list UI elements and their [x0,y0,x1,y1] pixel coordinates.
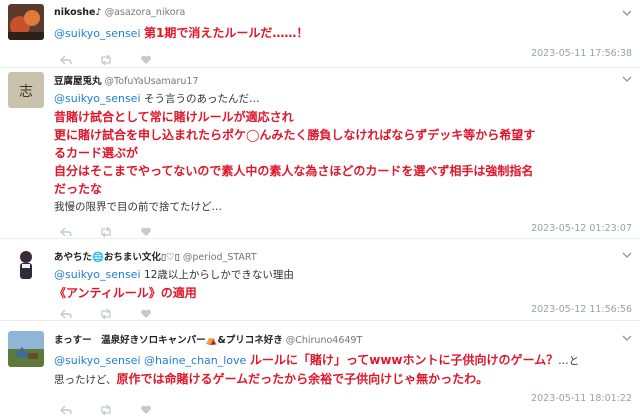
tweet-actions [60,221,174,238]
avatar[interactable] [8,331,44,367]
highlight-text: 原作では命賭けるゲームだったから余裕で子供向けじゃ無かったわ。 [116,372,489,386]
plain-text: 12歳以上からしかできない理由 [144,269,294,281]
display-name[interactable]: まっすー 温泉好きソロキャンパー⛺&プリコネ好き [54,335,283,346]
name-suffix: ♪ [95,7,102,18]
retweet-icon[interactable] [99,50,113,69]
tweet-header: 豆腐屋兎丸 @TofuYaUsamaru17 [54,73,199,87]
tweet-text: @suikyo_sensei 12歳以上からしかできない理由 《アンティルール》… [54,266,624,302]
tweet-header: あやちた🌐おちまい文化▯♡▯ @period_START [54,249,257,263]
tweet-header: まっすー 温泉好きソロキャンパー⛺&プリコネ好き @Chiruno4649T [54,332,362,346]
mention-link[interactable]: @suikyo_sensei [54,268,141,281]
retweet-icon[interactable] [99,222,113,241]
reply-icon[interactable] [60,50,72,69]
plain-text: そう言うのあったんだ… [144,93,260,105]
highlight-text: 昔賭け試合として常に賭けルールが適応され [54,110,294,124]
plain-text: …と [558,355,580,367]
reply-icon[interactable] [60,400,72,417]
chevron-down-icon[interactable] [622,333,632,343]
reply-icon[interactable] [60,222,72,241]
retweet-icon[interactable] [99,304,113,323]
avatar[interactable] [8,247,44,283]
timestamp[interactable]: 2023-05-12 01:23:07 [531,223,632,234]
like-icon[interactable] [140,304,152,323]
timestamp[interactable]: 2023-05-12 11:56:56 [531,304,632,315]
tweet-text: @suikyo_sensei 第1期で消えたルールだ……！ [54,24,624,43]
display-name[interactable]: あやちた🌐おちまい文化▯♡▯ [54,252,180,263]
reply-feed: nikoshe♪ @asazora_nikora @suikyo_sensei 第… [0,0,640,417]
mention-link[interactable]: @suikyo_sensei [54,92,141,105]
tweet-actions [60,399,174,416]
tweet-actions [60,49,174,66]
highlight-text: 更に賭け試合を申し込まれたらポケ◯んみたく勝負しなければならずデッキ等から希望す [54,128,536,142]
mention-link[interactable]: @haine_chan_love [144,354,246,367]
like-icon[interactable] [140,400,152,417]
mention-link[interactable]: @suikyo_sensei [54,27,141,40]
mention-link[interactable]: @suikyo_sensei [54,354,141,367]
plain-text: 我慢の限界で目の前で捨てたけど… [54,201,222,213]
user-handle[interactable]: @TofuYaUsamaru17 [105,76,199,87]
retweet-icon[interactable] [99,400,113,417]
display-name[interactable]: nikoshe [54,7,95,18]
like-icon[interactable] [140,50,152,69]
avatar[interactable]: 志 [8,72,44,108]
user-handle[interactable]: @Chiruno4649T [286,335,363,346]
user-handle[interactable]: @period_START [183,252,257,263]
chevron-down-icon[interactable] [622,74,632,84]
avatar[interactable] [8,4,44,40]
timestamp[interactable]: 2023-05-11 18:01:22 [531,393,632,404]
highlight-text: ルールに「賭け」ってwwwホントに子供向けのゲーム？ [249,353,559,367]
svg-text:志: 志 [19,84,33,100]
highlight-text: だったな [54,182,103,196]
tweet-text: @suikyo_sensei そう言うのあったんだ… 昔賭け試合として常に賭けル… [54,90,624,216]
user-handle[interactable]: @asazora_nikora [105,7,186,18]
plain-text: 思ったけど、 [54,374,117,386]
display-name[interactable]: 豆腐屋兎丸 [54,76,102,87]
highlight-text: 《アンティルール》の適用 [54,286,197,300]
reply-icon[interactable] [60,304,72,323]
chevron-down-icon[interactable] [622,8,632,18]
timestamp[interactable]: 2023-05-11 17:56:38 [531,48,632,59]
highlight-text: るカード選ぶが [54,146,139,160]
tweet-header: nikoshe♪ @asazora_nikora [54,7,185,18]
like-icon[interactable] [140,222,152,241]
chevron-down-icon[interactable] [622,250,632,260]
tweet-card: 志 豆腐屋兎丸 @TofuYaUsamaru17 @suikyo_sensei そ… [0,68,640,238]
highlight-text: 自分はそこまでやってないので素人中の素人な為さほどのカードを選べず相手は強制指名 [54,164,534,178]
tweet-text: @suikyo_sensei @haine_chan_love ルールに「賭け」… [54,351,634,389]
tweet-actions [60,303,174,320]
highlight-text: 第1期で消えたルールだ……！ [144,26,309,40]
